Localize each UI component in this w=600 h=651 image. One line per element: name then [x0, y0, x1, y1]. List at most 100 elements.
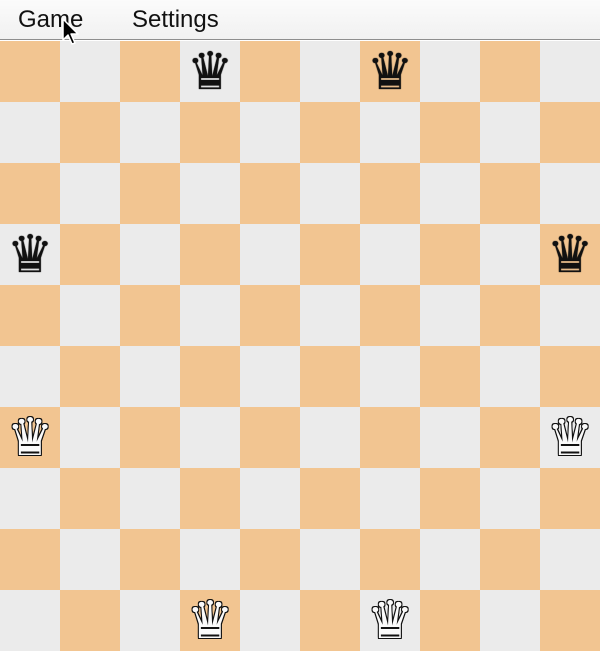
board-square[interactable]	[120, 285, 180, 346]
board-square[interactable]	[180, 346, 240, 407]
board-square[interactable]	[420, 529, 480, 590]
board-square[interactable]	[420, 590, 480, 651]
board-square[interactable]	[420, 285, 480, 346]
board-square[interactable]	[240, 224, 300, 285]
board-square[interactable]: ♛	[540, 224, 600, 285]
board-square[interactable]	[540, 41, 600, 102]
board-square[interactable]	[180, 529, 240, 590]
board-square[interactable]	[0, 590, 60, 651]
board-square[interactable]	[300, 529, 360, 590]
board-square[interactable]	[540, 102, 600, 163]
board-square[interactable]	[480, 346, 540, 407]
white-queen-icon[interactable]: ♛	[547, 412, 594, 464]
board-square[interactable]: ♛	[540, 407, 600, 468]
board-square[interactable]	[60, 285, 120, 346]
board-square[interactable]	[120, 163, 180, 224]
board-square[interactable]	[0, 102, 60, 163]
board-square[interactable]	[240, 285, 300, 346]
board-square[interactable]	[240, 346, 300, 407]
board-square[interactable]	[300, 468, 360, 529]
board-square[interactable]	[420, 407, 480, 468]
board-square[interactable]	[0, 468, 60, 529]
board-square[interactable]	[0, 285, 60, 346]
board-square[interactable]	[0, 163, 60, 224]
board-square[interactable]	[120, 41, 180, 102]
board-square[interactable]	[120, 529, 180, 590]
board-square[interactable]: ♛	[0, 407, 60, 468]
board-square[interactable]	[60, 102, 120, 163]
board-square[interactable]	[60, 468, 120, 529]
board-square[interactable]	[120, 102, 180, 163]
board-square[interactable]	[420, 102, 480, 163]
board-square[interactable]	[300, 163, 360, 224]
board-square[interactable]: ♛	[180, 590, 240, 651]
black-queen-icon[interactable]: ♛	[7, 229, 54, 281]
board-square[interactable]	[420, 224, 480, 285]
board-square[interactable]	[360, 468, 420, 529]
board-square[interactable]	[0, 346, 60, 407]
black-queen-icon[interactable]: ♛	[547, 229, 594, 281]
board-square[interactable]	[480, 224, 540, 285]
menu-settings[interactable]: Settings	[132, 4, 219, 36]
board-square[interactable]	[180, 163, 240, 224]
board-square[interactable]	[540, 590, 600, 651]
board-square[interactable]	[420, 346, 480, 407]
black-queen-icon[interactable]: ♛	[367, 46, 414, 98]
board-square[interactable]	[240, 468, 300, 529]
board-square[interactable]	[540, 163, 600, 224]
board-square[interactable]	[540, 529, 600, 590]
board-square[interactable]	[540, 285, 600, 346]
board-square[interactable]	[360, 285, 420, 346]
board-square[interactable]	[120, 468, 180, 529]
white-queen-icon[interactable]: ♛	[187, 595, 234, 647]
board-square[interactable]	[60, 529, 120, 590]
board-square[interactable]	[480, 468, 540, 529]
board-square[interactable]	[240, 41, 300, 102]
board-square[interactable]	[480, 102, 540, 163]
board-square[interactable]	[180, 407, 240, 468]
board-square[interactable]	[300, 590, 360, 651]
board-square[interactable]	[240, 529, 300, 590]
board-square[interactable]	[180, 468, 240, 529]
board-square[interactable]	[480, 590, 540, 651]
board-square[interactable]	[180, 224, 240, 285]
board-square[interactable]	[240, 163, 300, 224]
board-square[interactable]	[240, 102, 300, 163]
board-square[interactable]	[480, 285, 540, 346]
board-square[interactable]	[480, 529, 540, 590]
board-square[interactable]	[480, 41, 540, 102]
board-square[interactable]	[240, 590, 300, 651]
board-square[interactable]	[360, 102, 420, 163]
board-square[interactable]	[120, 346, 180, 407]
board-square[interactable]: ♛	[0, 224, 60, 285]
board-square[interactable]	[360, 407, 420, 468]
board-square[interactable]	[120, 224, 180, 285]
board-square[interactable]	[360, 224, 420, 285]
board-square[interactable]	[300, 346, 360, 407]
board-square[interactable]	[360, 346, 420, 407]
white-queen-icon[interactable]: ♛	[367, 595, 414, 647]
board-square[interactable]	[420, 468, 480, 529]
board-square[interactable]	[480, 163, 540, 224]
board-square[interactable]	[60, 590, 120, 651]
board-square[interactable]	[480, 407, 540, 468]
board-square[interactable]	[240, 407, 300, 468]
board-square[interactable]: ♛	[360, 590, 420, 651]
board-square[interactable]	[540, 346, 600, 407]
board-square[interactable]	[300, 41, 360, 102]
board-square[interactable]	[420, 41, 480, 102]
board-square[interactable]	[0, 41, 60, 102]
black-queen-icon[interactable]: ♛	[187, 46, 234, 98]
board-square[interactable]	[180, 285, 240, 346]
board-square[interactable]	[420, 163, 480, 224]
board-square[interactable]	[360, 529, 420, 590]
board-square[interactable]	[540, 468, 600, 529]
board-square[interactable]	[300, 224, 360, 285]
board-square[interactable]	[60, 407, 120, 468]
board-square[interactable]	[180, 102, 240, 163]
board-square[interactable]	[120, 407, 180, 468]
white-queen-icon[interactable]: ♛	[7, 412, 54, 464]
board-square[interactable]	[60, 163, 120, 224]
board-square[interactable]	[300, 407, 360, 468]
board-square[interactable]	[60, 41, 120, 102]
